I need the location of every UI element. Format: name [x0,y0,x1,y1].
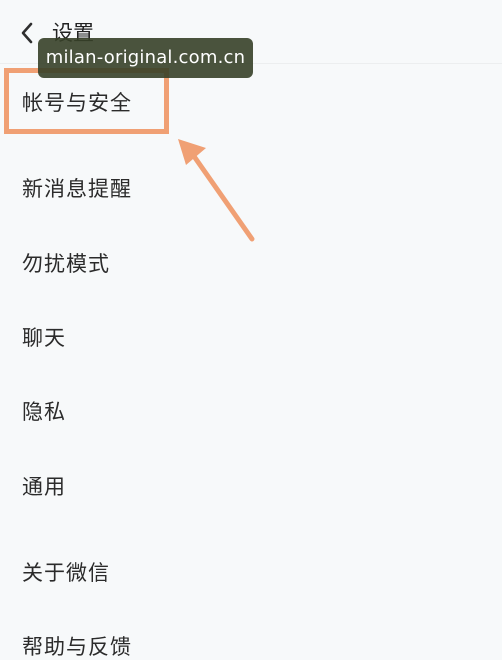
menu-label: 勿扰模式 [22,252,110,276]
menu-label: 隐私 [22,400,66,424]
chevron-left-icon [21,22,33,44]
menu-item-help-feedback[interactable]: 帮助与反馈 [0,620,502,660]
menu-label: 通用 [22,475,66,499]
watermark-badge: milan-original.com.cn [38,38,253,78]
menu-label: 帐号与安全 [22,91,132,115]
menu-item-new-message-alerts[interactable]: 新消息提醒 [0,162,502,216]
menu-item-do-not-disturb[interactable]: 勿扰模式 [0,237,502,291]
menu-label: 聊天 [22,326,66,350]
menu-label: 关于微信 [22,561,110,585]
menu-item-privacy[interactable]: 隐私 [0,385,502,439]
menu-label: 帮助与反馈 [22,635,132,659]
menu-item-about-wechat[interactable]: 关于微信 [0,546,502,600]
menu-item-general[interactable]: 通用 [0,460,502,514]
menu-label: 新消息提醒 [22,177,132,201]
menu-item-chat[interactable]: 聊天 [0,311,502,365]
settings-screen: 设置 帐号与安全 新消息提醒 勿扰模式 聊天 隐私 通用 关于微信 帮助与反馈 … [0,0,502,660]
menu-item-account-security[interactable]: 帐号与安全 [0,76,502,130]
